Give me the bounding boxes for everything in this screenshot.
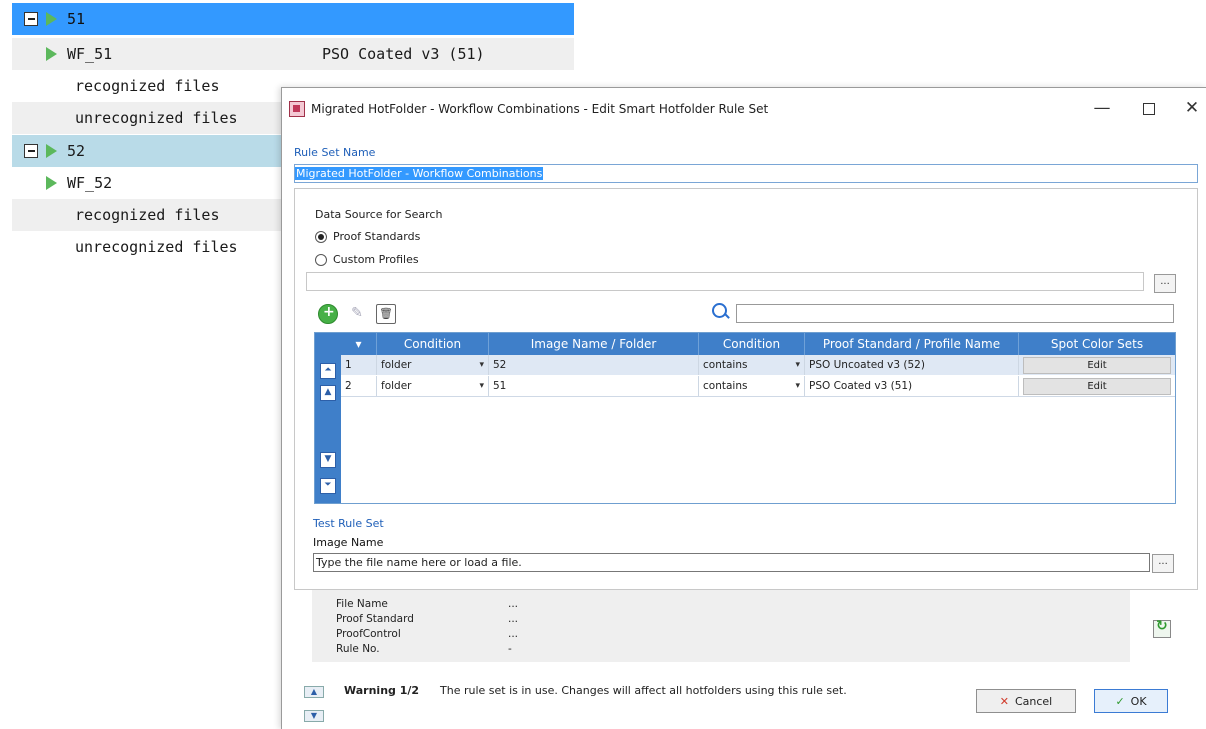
trash-icon[interactable]: 🗑 bbox=[376, 304, 396, 324]
image-name-input[interactable]: Type the file name here or load a file. bbox=[313, 553, 1150, 572]
result-key: Rule No. bbox=[336, 643, 380, 655]
result-value: - bbox=[508, 643, 512, 655]
app-icon bbox=[289, 101, 305, 117]
refresh-icon[interactable] bbox=[1153, 618, 1171, 638]
tree-node-51[interactable]: 51 bbox=[12, 3, 574, 35]
cancel-label: Cancel bbox=[1014, 694, 1053, 708]
ok-button[interactable]: ✓ OK bbox=[1094, 689, 1168, 713]
edit-spot-colors-button[interactable]: Edit bbox=[1023, 378, 1171, 395]
minimize-button[interactable]: — bbox=[1092, 98, 1112, 118]
result-value: ... bbox=[508, 613, 519, 625]
dialog-title: Migrated HotFolder - Workflow Combinatio… bbox=[311, 102, 769, 116]
tree-node-value: PSO Coated v3 (51) bbox=[322, 45, 485, 63]
cancel-button[interactable]: ✕ Cancel bbox=[976, 689, 1076, 713]
result-key: ProofControl bbox=[336, 628, 401, 640]
tree-node-label: unrecognized files bbox=[75, 238, 238, 256]
collapse-icon[interactable] bbox=[24, 144, 38, 158]
result-key: Proof Standard bbox=[336, 613, 414, 625]
custom-profile-input[interactable] bbox=[306, 272, 1144, 291]
rule-set-name-value: Migrated HotFolder - Workflow Combinatio… bbox=[295, 167, 544, 180]
move-down-icon[interactable]: ▼ bbox=[320, 452, 336, 468]
proof-standard-cell[interactable]: PSO Coated v3 (51) bbox=[805, 376, 1019, 396]
grid-header[interactable]: Spot Color Sets bbox=[1019, 333, 1175, 355]
row-number: 1 bbox=[341, 355, 377, 375]
attach-icon[interactable]: ✎ bbox=[348, 304, 366, 322]
radio-icon bbox=[315, 253, 327, 266]
tree-node-label: 52 bbox=[67, 142, 86, 160]
add-rule-icon[interactable] bbox=[318, 304, 338, 324]
table-row[interactable]: 1 folder 52 contains PSO Uncoated v3 (52… bbox=[341, 355, 1175, 375]
grid-header-sort[interactable]: ▾ bbox=[341, 333, 377, 355]
condition-select[interactable]: folder bbox=[377, 355, 489, 375]
grid-header[interactable]: Image Name / Folder bbox=[489, 333, 699, 355]
x-icon: ✕ bbox=[999, 694, 1009, 708]
tree-node-label: WF_52 bbox=[67, 174, 113, 192]
warning-text: The rule set is in use. Changes will aff… bbox=[440, 684, 847, 697]
play-icon bbox=[46, 176, 57, 190]
condition-select[interactable]: contains bbox=[699, 376, 805, 396]
result-value: ... bbox=[508, 598, 519, 610]
radio-proof-standards[interactable]: Proof Standards bbox=[315, 230, 420, 243]
tree-node-label: recognized files bbox=[75, 206, 220, 224]
condition-select[interactable]: contains bbox=[699, 355, 805, 375]
check-icon: ✓ bbox=[1115, 694, 1125, 708]
data-source-label: Data Source for Search bbox=[315, 208, 443, 221]
grid-header[interactable]: Condition bbox=[699, 333, 805, 355]
grid-row-selector: ⏶ ▲ ▼ ⏷ bbox=[315, 333, 341, 503]
proof-standard-cell[interactable]: PSO Uncoated v3 (52) bbox=[805, 355, 1019, 375]
radio-selected-icon bbox=[315, 230, 327, 243]
rule-set-dialog: Migrated HotFolder - Workflow Combinatio… bbox=[281, 87, 1206, 729]
collapse-icon[interactable] bbox=[24, 12, 38, 26]
tree-node-label: WF_51 bbox=[67, 45, 113, 63]
move-top-icon[interactable]: ⏶ bbox=[320, 363, 336, 379]
rule-set-name-input[interactable]: Migrated HotFolder - Workflow Combinatio… bbox=[294, 164, 1198, 183]
result-value: ... bbox=[508, 628, 519, 640]
test-results: File Name ... Proof Standard ... ProofCo… bbox=[312, 590, 1130, 662]
condition-select[interactable]: folder bbox=[377, 376, 489, 396]
image-name-cell[interactable]: 51 bbox=[489, 376, 699, 396]
search-icon bbox=[712, 303, 727, 318]
move-bottom-icon[interactable]: ⏷ bbox=[320, 478, 336, 494]
tree-node-label: 51 bbox=[67, 10, 86, 28]
rules-grid: ⏶ ▲ ▼ ⏷ ▾ Condition Image Name / Folder … bbox=[314, 332, 1176, 504]
image-name-label: Image Name bbox=[313, 536, 384, 549]
rule-set-name-label: Rule Set Name bbox=[294, 146, 376, 159]
maximize-button[interactable] bbox=[1139, 98, 1159, 118]
grid-header[interactable]: Condition bbox=[377, 333, 489, 355]
load-file-button[interactable]: ... bbox=[1152, 554, 1174, 573]
title-bar[interactable]: Migrated HotFolder - Workflow Combinatio… bbox=[282, 88, 1206, 130]
play-icon bbox=[46, 144, 57, 158]
warning-count: Warning 1/2 bbox=[344, 684, 420, 697]
radio-label: Custom Profiles bbox=[333, 253, 419, 266]
tree-node-label: unrecognized files bbox=[75, 109, 238, 127]
search-input[interactable] bbox=[736, 304, 1174, 323]
image-name-cell[interactable]: 52 bbox=[489, 355, 699, 375]
result-key: File Name bbox=[336, 598, 388, 610]
move-up-icon[interactable]: ▲ bbox=[320, 385, 336, 401]
edit-spot-colors-button[interactable]: Edit bbox=[1023, 357, 1171, 374]
radio-custom-profiles[interactable]: Custom Profiles bbox=[315, 253, 419, 266]
next-warning-icon[interactable]: ▼ bbox=[304, 710, 324, 722]
play-icon bbox=[46, 47, 57, 61]
radio-label: Proof Standards bbox=[333, 230, 421, 243]
close-button[interactable]: ✕ bbox=[1182, 98, 1202, 118]
test-rule-set-label: Test Rule Set bbox=[313, 517, 384, 530]
prev-warning-icon[interactable]: ▲ bbox=[304, 686, 324, 698]
browse-profile-button[interactable]: ... bbox=[1154, 274, 1176, 293]
play-icon bbox=[46, 12, 57, 26]
tree-node-label: recognized files bbox=[75, 77, 220, 95]
row-number: 2 bbox=[341, 376, 377, 396]
ok-label: OK bbox=[1130, 694, 1147, 708]
grid-header[interactable]: Proof Standard / Profile Name bbox=[805, 333, 1019, 355]
table-row[interactable]: 2 folder 51 contains PSO Coated v3 (51) … bbox=[341, 376, 1175, 397]
tree-node-wf51[interactable]: WF_51 PSO Coated v3 (51) bbox=[12, 38, 574, 70]
